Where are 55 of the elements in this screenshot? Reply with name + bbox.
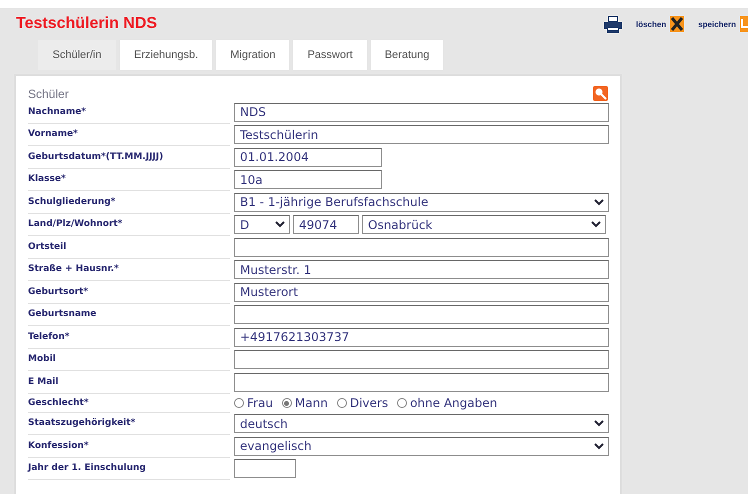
field-label: Jahr der 1. Einschulung (28, 458, 230, 480)
tab[interactable]: Migration (216, 40, 290, 70)
student-name-title: Testschülerin NDS (16, 15, 158, 33)
chevron-down-icon (275, 221, 285, 228)
radio-option[interactable]: Divers (336, 396, 388, 410)
radio-option[interactable]: Frau (234, 396, 273, 410)
text-field[interactable] (234, 350, 609, 370)
tab[interactable]: Erziehungsb. (120, 40, 212, 70)
text-field[interactable]: Musterort (234, 282, 609, 302)
text-field[interactable]: 10a (234, 170, 382, 190)
field-label: Konfession* (28, 435, 230, 458)
select-field[interactable]: deutsch (234, 414, 609, 434)
field-label: Straße + Hausnr.* (28, 258, 230, 281)
text-field[interactable]: NDS (234, 102, 609, 122)
select-field[interactable]: B1 - 1-jährige Berufsfachschule (234, 192, 609, 212)
field-label: Staatszugehörigkeit* (28, 412, 230, 435)
chevron-down-icon (594, 420, 604, 428)
field-label: Geburtsdatum*(TT.MM.JJJJ) (28, 146, 230, 168)
field-label: Geburtsort* (28, 281, 230, 304)
field-label: Mobil (28, 348, 230, 371)
field-label: Schulgliederung* (28, 191, 230, 214)
select-field[interactable]: evangelisch (234, 436, 609, 456)
field-label: Klasse* (28, 168, 230, 191)
chevron-down-icon (591, 221, 601, 228)
text-field[interactable] (234, 305, 609, 324)
section-title: Schüler (28, 86, 69, 100)
field-label: Geschlecht* (28, 394, 230, 412)
field-label: Geburtsname (28, 304, 230, 326)
tab[interactable]: Passwort (293, 40, 367, 70)
city-select[interactable]: Osnabrück (362, 215, 606, 234)
text-field[interactable]: Musterstr. 1 (234, 260, 609, 280)
radio-option[interactable]: Mann (282, 396, 328, 410)
tab[interactable]: Schüler/in (38, 40, 116, 70)
delete-button[interactable]: löschen (636, 16, 684, 32)
field-label: Land/Plz/Wohnort* (28, 214, 230, 236)
chevron-down-icon (594, 198, 604, 206)
print-icon[interactable] (604, 16, 622, 32)
field-label: Nachname* (28, 101, 230, 124)
field-label: Vorname* (28, 124, 230, 146)
radio-option[interactable]: ohne Angaben (397, 396, 498, 410)
text-field[interactable] (234, 459, 296, 478)
save-button[interactable]: speichern (698, 16, 748, 32)
zip-field[interactable]: 49074 (293, 215, 359, 234)
chevron-down-icon (594, 442, 604, 450)
field-label: Telefon* (28, 326, 230, 348)
field-label: Ortsteil (28, 236, 230, 258)
text-field[interactable] (234, 238, 609, 257)
tab[interactable]: Beratung (370, 40, 444, 70)
text-field[interactable]: Testschülerin (234, 125, 609, 144)
field-label: E Mail (28, 371, 230, 394)
country-select[interactable]: D (234, 215, 290, 234)
text-field[interactable]: +4917621303737 (234, 328, 609, 347)
text-field[interactable] (234, 372, 609, 392)
cross-icon (670, 16, 684, 32)
text-field[interactable]: 01.01.2004 (234, 148, 382, 167)
